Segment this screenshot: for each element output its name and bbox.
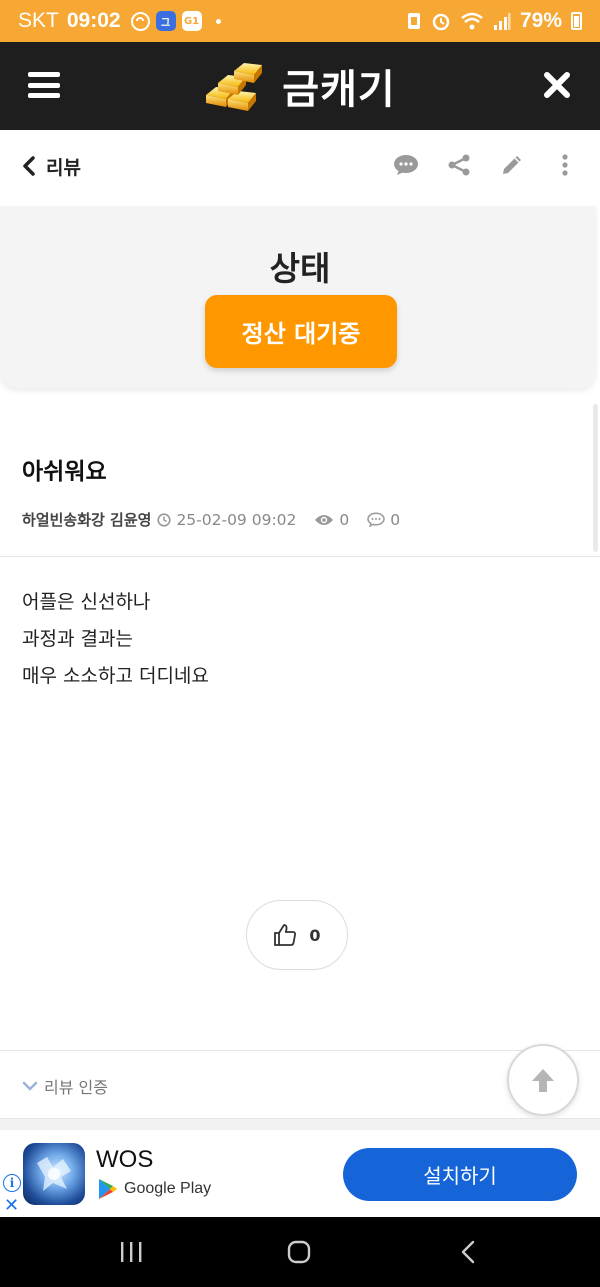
post-body-line: 매우 소소하고 더디네요 [22,665,209,687]
carrier-label: SKT [18,9,59,32]
status-title: 상태 [269,249,331,288]
google-play-icon [99,1179,117,1199]
like-button[interactable]: 0 [246,900,348,970]
ad-banner[interactable]: i ✕ WOS Google Play 설치하기 [0,1130,600,1217]
post-author[interactable]: 하얼빈송화강 김윤영 [22,509,151,530]
ad-store: Google Play [98,1178,211,1200]
wifi-icon [461,12,483,30]
ad-info-icon[interactable]: i [3,1174,21,1192]
signal-icon [493,13,511,30]
section-gap [0,1119,600,1130]
nfc-icon [407,13,420,29]
more-icon [562,154,568,176]
post-views-count: 0 [339,510,350,529]
app-header: 금캐기 [0,42,600,130]
recent-apps-button[interactable] [118,1239,144,1265]
page-toolbar: 리뷰 [0,130,600,202]
system-status-bar: SKT 09:02 그 G1 79% [0,0,600,42]
back-arrow-icon [461,1240,475,1264]
comment-bubble-icon [367,512,386,527]
app-logo[interactable]: 금캐기 [204,57,395,115]
back-nav-button[interactable] [458,1239,478,1265]
like-count: 0 [309,925,321,945]
review-cert-toggle[interactable]: 리뷰 인증 [22,1074,108,1098]
scroll-to-top-button[interactable] [507,1044,579,1116]
post-date-text: 25-02-09 09:02 [176,510,297,529]
gold-bars-icon [206,63,263,111]
eye-icon [315,514,334,525]
ad-store-label: Google Play [124,1180,212,1197]
review-cert-label: 리뷰 인증 [44,1078,108,1097]
status-section: 상태 정산 대기중 [0,202,600,402]
post-body-line: 과정과 결과는 [22,628,133,650]
more-notifications-dot-icon [215,18,221,24]
battery-icon [571,12,582,30]
recent-apps-icon [121,1242,142,1262]
thumbs-up-icon [274,924,297,946]
notification-icons: 그 G1 [130,11,221,31]
home-button[interactable] [286,1239,312,1265]
post-comments-count: 0 [390,510,401,529]
back-button[interactable]: 리뷰 [22,153,81,180]
divider [0,1050,600,1051]
ad-app-name[interactable]: WOS [96,1146,153,1174]
page-title: 리뷰 [46,156,81,179]
comment-icon [394,155,418,175]
app-title: 금캐기 [282,67,396,113]
post-body-line: 어플은 신선하나 [22,591,151,613]
post-views: 0 [314,511,349,529]
more-button[interactable] [552,152,578,178]
post-meta: 하얼빈송화강 김윤영 25-02-09 09:02 0 0 [22,509,418,530]
post-date: 25-02-09 09:02 [157,511,296,529]
battery-percent: 79% [519,9,562,32]
divider [0,556,600,557]
sync-notification-icon [130,11,150,31]
home-icon [287,1240,311,1264]
arrow-up-icon [532,1069,554,1092]
post-comments: 0 [367,511,400,529]
chevron-down-icon [22,1081,38,1091]
settlement-status-button[interactable]: 정산 대기중 [205,295,397,368]
close-icon[interactable] [542,70,572,100]
app-notification-icon: 그 [155,11,176,31]
alarm-icon [432,13,450,31]
chevron-left-icon [23,156,35,176]
system-icons: 79% [406,9,582,33]
clock: 09:02 [66,9,121,32]
hamburger-menu-icon[interactable] [28,72,60,98]
ad-close-icon[interactable]: ✕ [4,1195,19,1216]
clock-icon [157,512,172,527]
ad-install-button[interactable]: 설치하기 [343,1148,577,1201]
g1-notification-icon: G1 [181,11,202,31]
edit-button[interactable] [499,152,525,178]
edit-icon [503,156,521,174]
post-title: 아쉬워요 [22,459,107,485]
scrollbar[interactable] [593,404,598,552]
system-nav-bar [0,1217,600,1287]
post-body: 어플은 신선하나 과정과 결과는 매우 소소하고 더디네요 [22,584,209,695]
comment-button[interactable] [393,152,419,178]
share-button[interactable] [446,152,472,178]
share-icon [448,154,470,176]
ad-app-icon[interactable] [23,1143,85,1205]
